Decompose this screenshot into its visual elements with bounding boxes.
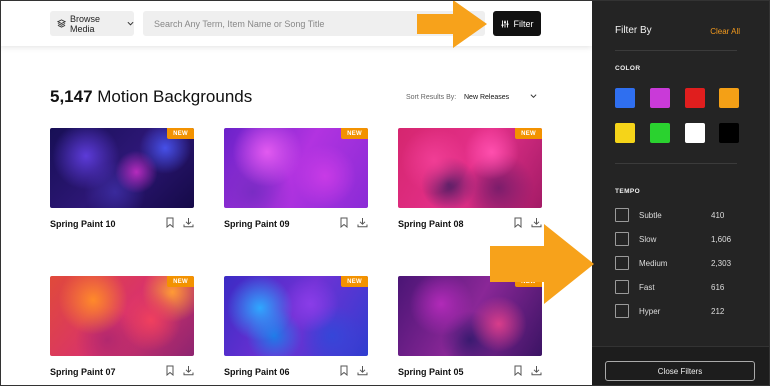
tempo-count: 616 <box>711 283 725 292</box>
tempo-count: 212 <box>711 307 725 316</box>
tempo-label: Medium <box>639 259 668 268</box>
chevron-down-icon[interactable] <box>530 93 537 99</box>
download-icon[interactable] <box>183 365 194 376</box>
color-swatch-green[interactable] <box>650 123 670 143</box>
color-swatch-yellow[interactable] <box>615 123 635 143</box>
media-thumbnail[interactable] <box>50 276 194 356</box>
filter-by-heading: Filter By <box>615 25 652 36</box>
checkbox[interactable] <box>615 280 629 294</box>
card-actions <box>165 365 194 376</box>
clear-all-link[interactable]: Clear All <box>710 27 740 36</box>
arrow-right-icon <box>417 0 487 48</box>
tempo-count: 410 <box>711 211 725 220</box>
download-icon[interactable] <box>357 365 368 376</box>
bookmark-icon[interactable] <box>165 217 175 228</box>
tempo-label: Slow <box>639 235 657 244</box>
card-actions <box>513 365 542 376</box>
new-badge: NEW <box>341 128 368 139</box>
divider <box>615 163 737 164</box>
tempo-label: Hyper <box>639 307 661 316</box>
checkbox[interactable] <box>615 304 629 318</box>
bookmark-icon[interactable] <box>165 365 175 376</box>
color-swatch-blue[interactable] <box>615 88 635 108</box>
checkbox[interactable] <box>615 232 629 246</box>
media-title[interactable]: Spring Paint 09 <box>224 219 290 229</box>
color-swatch-black[interactable] <box>719 123 739 143</box>
media-thumbnail[interactable] <box>398 128 542 208</box>
new-badge: NEW <box>515 128 542 139</box>
tempo-option-fast[interactable]: Fast 616 <box>615 280 725 294</box>
filter-button-label: Filter <box>513 18 534 29</box>
filter-button[interactable]: Filter <box>493 11 541 36</box>
sort-select[interactable]: New Releases <box>464 94 509 101</box>
media-title[interactable]: Spring Paint 05 <box>398 367 464 377</box>
close-filters-button[interactable]: Close Filters <box>605 361 755 381</box>
download-icon[interactable] <box>531 365 542 376</box>
new-badge: NEW <box>167 128 194 139</box>
new-badge: NEW <box>167 276 194 287</box>
bookmark-icon[interactable] <box>339 365 349 376</box>
results-count-number: 5,147 <box>50 87 93 106</box>
checkbox[interactable] <box>615 208 629 222</box>
media-title[interactable]: Spring Paint 08 <box>398 219 464 229</box>
filter-sidebar: Filter By Clear All COLOR TEMPO Subtle 4… <box>592 0 770 386</box>
media-title[interactable]: Spring Paint 07 <box>50 367 116 377</box>
tempo-option-slow[interactable]: Slow 1,606 <box>615 232 731 246</box>
color-swatch-white[interactable] <box>685 123 705 143</box>
tempo-option-hyper[interactable]: Hyper 212 <box>615 304 725 318</box>
color-heading: COLOR <box>615 65 641 72</box>
download-icon[interactable] <box>357 217 368 228</box>
color-swatch-purple[interactable] <box>650 88 670 108</box>
checkbox[interactable] <box>615 256 629 270</box>
tempo-label: Fast <box>639 283 655 292</box>
results-count-label: Motion Backgrounds <box>92 87 253 106</box>
tempo-heading: TEMPO <box>615 188 641 195</box>
bookmark-icon[interactable] <box>513 365 523 376</box>
results-area: 5,147 Motion Backgrounds Sort Results By… <box>0 46 592 386</box>
tempo-count: 1,606 <box>711 235 732 244</box>
tempo-count: 2,303 <box>711 259 732 268</box>
chevron-down-icon <box>127 21 134 26</box>
divider <box>615 50 737 51</box>
media-title[interactable]: Spring Paint 06 <box>224 367 290 377</box>
color-swatch-orange[interactable] <box>719 88 739 108</box>
new-badge: NEW <box>341 276 368 287</box>
layers-icon <box>57 19 66 28</box>
top-header: Browse Media Filter <box>0 0 592 46</box>
results-count: 5,147 Motion Backgrounds <box>50 87 252 107</box>
media-title[interactable]: Spring Paint 10 <box>50 219 116 229</box>
tempo-option-medium[interactable]: Medium 2,303 <box>615 256 731 270</box>
tempo-option-subtle[interactable]: Subtle 410 <box>615 208 725 222</box>
card-actions <box>165 217 194 228</box>
sidebar-footer: Close Filters <box>592 346 770 386</box>
card-actions <box>339 217 368 228</box>
sort-label: Sort Results By: <box>406 94 457 101</box>
download-icon[interactable] <box>183 217 194 228</box>
media-thumbnail[interactable] <box>224 276 368 356</box>
bookmark-icon[interactable] <box>339 217 349 228</box>
media-thumbnail[interactable] <box>224 128 368 208</box>
arrow-right-icon <box>490 224 594 304</box>
sliders-icon <box>501 20 508 27</box>
tempo-label: Subtle <box>639 211 662 220</box>
color-swatch-red[interactable] <box>685 88 705 108</box>
browse-media-label: Browse Media <box>70 13 101 34</box>
browse-media-dropdown[interactable]: Browse Media <box>50 11 134 36</box>
media-thumbnail[interactable] <box>50 128 194 208</box>
card-actions <box>339 365 368 376</box>
